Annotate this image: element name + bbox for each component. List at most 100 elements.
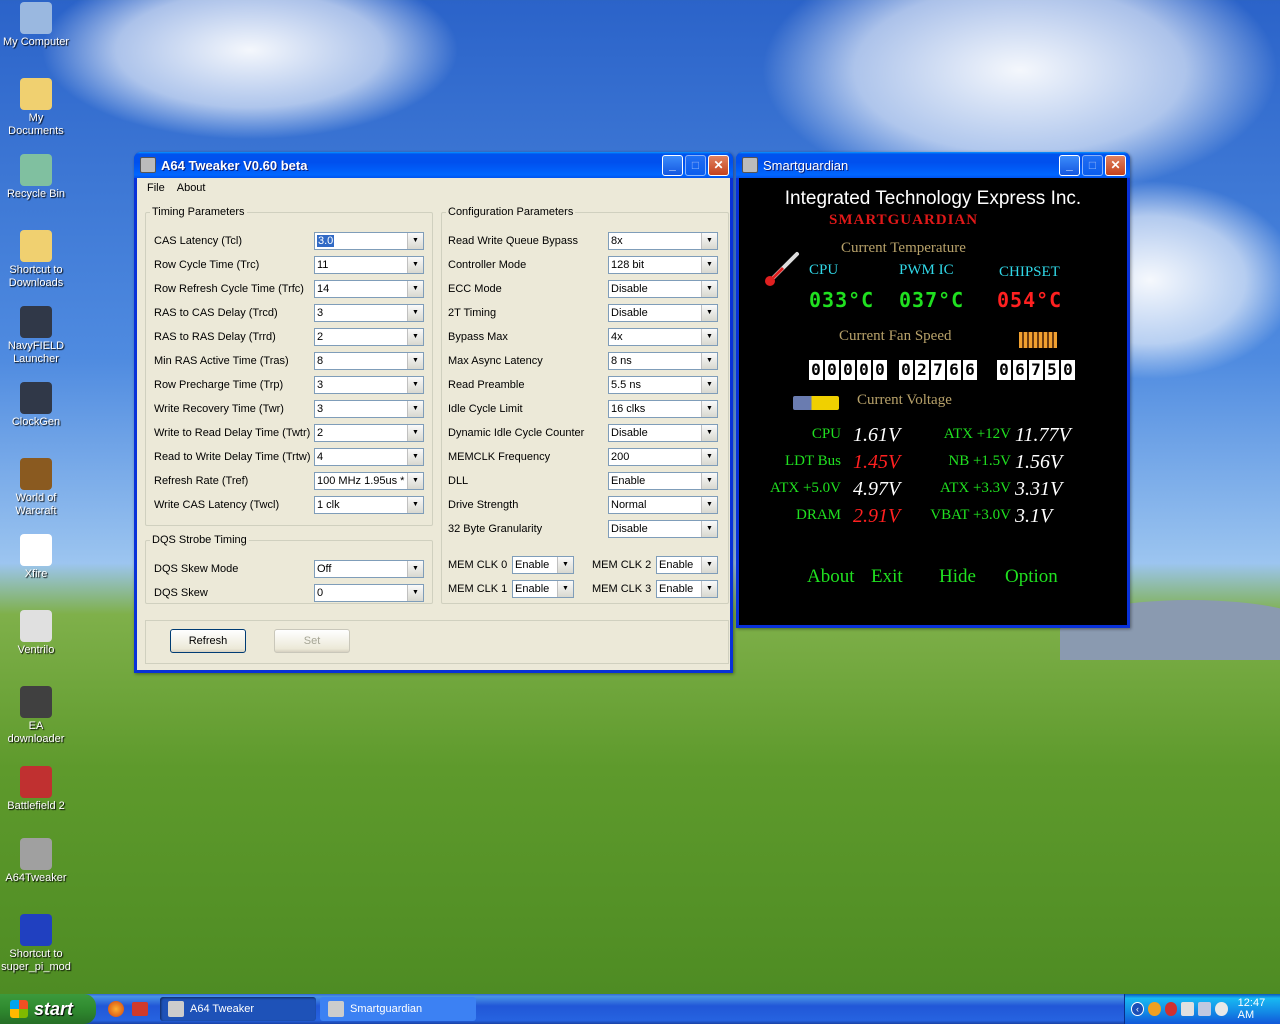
menu-about[interactable]: About (171, 182, 212, 194)
chevron-down-icon[interactable]: ▼ (701, 329, 717, 345)
chevron-down-icon[interactable]: ▼ (701, 473, 717, 489)
chevron-down-icon[interactable]: ▼ (407, 401, 423, 417)
timing-select-6[interactable]: 3 ▼ (314, 376, 424, 394)
config-select-3[interactable]: Disable ▼ (608, 304, 718, 322)
chevron-down-icon[interactable]: ▼ (407, 305, 423, 321)
timing-select-7[interactable]: 3 ▼ (314, 400, 424, 418)
config-select-7[interactable]: 16 clks ▼ (608, 400, 718, 418)
chevron-down-icon[interactable]: ▼ (701, 581, 717, 597)
refresh-button[interactable]: Refresh (170, 629, 246, 653)
chevron-down-icon[interactable]: ▼ (701, 353, 717, 369)
desktop-icon-clockgen[interactable]: ClockGen (0, 382, 72, 429)
config-select-8[interactable]: Disable ▼ (608, 424, 718, 442)
chevron-down-icon[interactable]: ▼ (407, 377, 423, 393)
clock[interactable]: 12:47 AM (1238, 997, 1280, 1021)
desktop-icon-ea-downloader[interactable]: EA downloader (0, 686, 72, 746)
timing-select-3[interactable]: 3 ▼ (314, 304, 424, 322)
chevron-down-icon[interactable]: ▼ (407, 473, 423, 489)
timing-select-9[interactable]: 4 ▼ (314, 448, 424, 466)
config-select-5[interactable]: 8 ns ▼ (608, 352, 718, 370)
timing-select-1[interactable]: 11 ▼ (314, 256, 424, 274)
chevron-down-icon[interactable]: ▼ (407, 585, 423, 601)
show-hidden-icons-button[interactable]: ‹ (1131, 1002, 1144, 1016)
desktop-icon-xfire[interactable]: Xfire (0, 534, 72, 581)
chevron-down-icon[interactable]: ▼ (701, 449, 717, 465)
chevron-down-icon[interactable]: ▼ (407, 561, 423, 577)
desktop-icon-ventrilo[interactable]: Ventrilo (0, 610, 72, 657)
config-select-0[interactable]: 8x ▼ (608, 232, 718, 250)
timing-select-2[interactable]: 14 ▼ (314, 280, 424, 298)
timing-select-4[interactable]: 2 ▼ (314, 328, 424, 346)
chevron-down-icon[interactable]: ▼ (407, 329, 423, 345)
hide-button[interactable]: Hide (939, 566, 976, 588)
chevron-down-icon[interactable]: ▼ (407, 497, 423, 513)
dqs-select-1[interactable]: 0 ▼ (314, 584, 424, 602)
timing-select-11[interactable]: 1 clk ▼ (314, 496, 424, 514)
config-select-4[interactable]: 4x ▼ (608, 328, 718, 346)
email-icon[interactable] (132, 1002, 148, 1016)
close-button[interactable]: ✕ (708, 154, 729, 176)
chevron-down-icon[interactable]: ▼ (407, 353, 423, 369)
volume-icon[interactable] (1214, 1002, 1228, 1016)
timing-select-8[interactable]: 2 ▼ (314, 424, 424, 442)
exit-button[interactable]: Exit (871, 566, 903, 588)
chevron-down-icon[interactable]: ▼ (701, 305, 717, 321)
minimize-button[interactable]: _ (662, 154, 683, 176)
desktop-icon-shortcut-to-downloads[interactable]: Shortcut to Downloads (0, 230, 72, 290)
chevron-down-icon[interactable]: ▼ (407, 449, 423, 465)
chevron-down-icon[interactable]: ▼ (701, 377, 717, 393)
tray-icon[interactable] (1198, 1002, 1211, 1016)
chevron-down-icon[interactable]: ▼ (557, 581, 573, 597)
chevron-down-icon[interactable]: ▼ (407, 233, 423, 249)
chevron-down-icon[interactable]: ▼ (701, 425, 717, 441)
desktop-icon-navyfield-launcher[interactable]: NavyFIELD Launcher (0, 306, 72, 366)
close-button[interactable]: ✕ (1105, 154, 1126, 176)
desktop-icon-a64tweaker[interactable]: A64Tweaker (0, 838, 72, 885)
timing-select-5[interactable]: 8 ▼ (314, 352, 424, 370)
minimize-button[interactable]: _ (1059, 154, 1080, 176)
set-button[interactable]: Set (274, 629, 350, 653)
chevron-down-icon[interactable]: ▼ (701, 401, 717, 417)
config-select-11[interactable]: Normal ▼ (608, 496, 718, 514)
timing-select-10[interactable]: 100 MHz 1.95us * ▼ (314, 472, 424, 490)
config-select-1[interactable]: 128 bit ▼ (608, 256, 718, 274)
option-button[interactable]: Option (1005, 566, 1058, 588)
desktop-icon-my-computer[interactable]: My Computer (0, 2, 72, 49)
dqs-select-0[interactable]: Off ▼ (314, 560, 424, 578)
config-select-10[interactable]: Enable ▼ (608, 472, 718, 490)
chevron-down-icon[interactable]: ▼ (407, 281, 423, 297)
memclk-select-1[interactable]: Enable ▼ (656, 556, 718, 574)
start-button[interactable]: start (0, 994, 96, 1024)
chevron-down-icon[interactable]: ▼ (407, 257, 423, 273)
memclk-select-2[interactable]: Enable ▼ (512, 580, 574, 598)
chevron-down-icon[interactable]: ▼ (701, 521, 717, 537)
memclk-select-0[interactable]: Enable ▼ (512, 556, 574, 574)
chevron-down-icon[interactable]: ▼ (701, 257, 717, 273)
menu-file[interactable]: File (141, 182, 171, 194)
about-button[interactable]: About (807, 566, 855, 588)
a64-title-bar[interactable]: A64 Tweaker V0.60 beta _ □ ✕ (134, 152, 733, 178)
desktop-icon-battlefield-2[interactable]: Battlefield 2 (0, 766, 72, 813)
chevron-down-icon[interactable]: ▼ (701, 557, 717, 573)
config-select-9[interactable]: 200 ▼ (608, 448, 718, 466)
chevron-down-icon[interactable]: ▼ (407, 425, 423, 441)
config-select-2[interactable]: Disable ▼ (608, 280, 718, 298)
task-smartguardian[interactable]: Smartguardian (320, 997, 476, 1021)
chevron-down-icon[interactable]: ▼ (557, 557, 573, 573)
desktop-icon-my-documents[interactable]: My Documents (0, 78, 72, 138)
tray-icon[interactable] (1164, 1002, 1178, 1016)
config-select-12[interactable]: Disable ▼ (608, 520, 718, 538)
maximize-button[interactable]: □ (1082, 154, 1103, 176)
task-a64-tweaker[interactable]: A64 Tweaker (160, 997, 316, 1021)
memclk-select-3[interactable]: Enable ▼ (656, 580, 718, 598)
desktop-icon-recycle-bin[interactable]: Recycle Bin (0, 154, 72, 201)
chevron-down-icon[interactable]: ▼ (701, 497, 717, 513)
sg-title-bar[interactable]: Smartguardian _ □ ✕ (736, 152, 1130, 178)
firefox-icon[interactable] (108, 1001, 124, 1017)
desktop-icon-shortcut-to-super-pi-mod[interactable]: Shortcut to super_pi_mod (0, 914, 72, 974)
maximize-button[interactable]: □ (685, 154, 706, 176)
tray-icon[interactable] (1147, 1002, 1161, 1016)
network-icon[interactable] (1181, 1002, 1195, 1016)
chevron-down-icon[interactable]: ▼ (701, 233, 717, 249)
timing-select-0[interactable]: 3.0 ▼ (314, 232, 424, 250)
